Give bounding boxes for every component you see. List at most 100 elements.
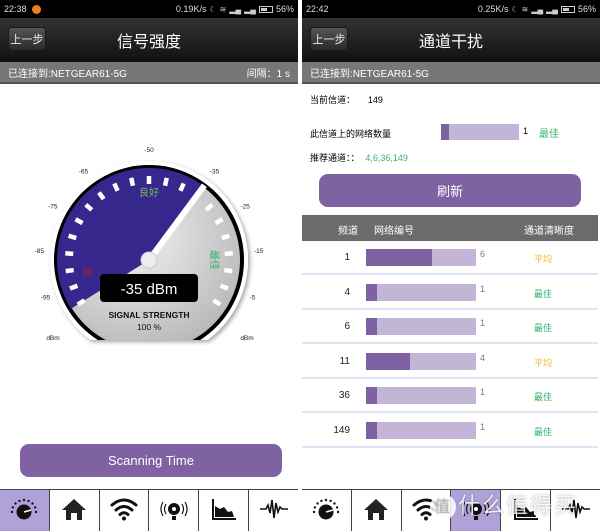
- network-count-bar: [366, 387, 476, 404]
- channel-clarity: 平均: [534, 358, 553, 369]
- gauge-icon: [311, 497, 341, 525]
- back-button[interactable]: 上一步: [310, 27, 348, 51]
- channel-interference-screen: 22:42 0.25K/s ☾ ≋ ▂▄ ▂▄ 56% 上一步 通道干扰 已连接…: [302, 0, 600, 531]
- header-clarity: 通道清晰度: [524, 226, 574, 237]
- tab-home[interactable]: [352, 490, 402, 531]
- signal-strength-caption: SIGNAL STRENGTH: [108, 310, 189, 320]
- scanning-time-button[interactable]: Scanning Time: [20, 444, 282, 477]
- gauge-tick-label: -25: [241, 204, 251, 211]
- wifi-status-icon: ≋: [521, 4, 529, 14]
- zone-good-label: 良好: [139, 186, 159, 199]
- network-count-value: 1: [523, 126, 529, 136]
- gauge-icon: [9, 497, 39, 525]
- signal-broadcast-icon: [461, 496, 491, 526]
- cell-signal-icon: ▂▄: [531, 4, 544, 14]
- channel-row: 1 6 平均: [302, 241, 598, 275]
- tab-signal-broadcast[interactable]: [149, 490, 200, 531]
- wifi-icon: [109, 497, 139, 525]
- gauge-tick-label: -5: [250, 294, 256, 301]
- network-count: 1: [480, 421, 486, 432]
- current-channel-row: 当前信道： 149: [310, 93, 383, 106]
- current-channel-value: 149: [367, 95, 383, 105]
- channel-clarity: 最佳: [534, 393, 553, 403]
- status-time: 22:38: [4, 4, 27, 14]
- tab-waveform[interactable]: [249, 490, 298, 531]
- readout-value: -35 dBm: [121, 281, 178, 298]
- channel-clarity: 最佳: [534, 289, 553, 300]
- cell-signal-icon-2: ▂▄: [244, 4, 256, 14]
- tab-gauge[interactable]: [0, 490, 50, 531]
- channel-row: 4 1 最佳: [302, 276, 598, 310]
- moon-icon: ☾: [511, 4, 519, 14]
- waveform-icon: [259, 497, 289, 525]
- channel-number: 11: [339, 355, 350, 367]
- tab-home[interactable]: [50, 490, 100, 531]
- channel-number: 36: [338, 390, 350, 401]
- gauge-tick-label: -50: [144, 147, 154, 154]
- network-count: 1: [480, 283, 486, 294]
- title-bar: 上一步 信号强度: [0, 18, 298, 62]
- gauge-needle-hub: [140, 251, 158, 269]
- tab-area-chart[interactable]: [501, 490, 552, 531]
- gauge-tick: [65, 251, 74, 257]
- gauge-unit-right: dBm: [240, 335, 253, 342]
- tab-wifi[interactable]: [402, 490, 452, 531]
- wifi-icon: [411, 497, 441, 525]
- channel-row: 11 4 平均: [302, 345, 598, 379]
- network-count-bar: [441, 124, 519, 140]
- channel-number: 6: [344, 321, 350, 332]
- moon-icon: ☾: [209, 4, 217, 14]
- status-time: 22:42: [306, 4, 329, 14]
- refresh-button[interactable]: 刷新: [319, 174, 581, 207]
- waveform-icon: [561, 497, 591, 525]
- signal-gauge: -95 -85 -75 -65 -50 -35 -25 -15 -5 dBm dBm 良好弱 最佳 -35…: [0, 130, 298, 370]
- tab-wifi[interactable]: [100, 490, 150, 531]
- network-count-bar: [366, 421, 476, 439]
- network-speed: 0.25K/s: [477, 4, 509, 14]
- network-count-label: 此信道上的网络数量: [310, 130, 392, 140]
- status-bar: 22:38 0.19K/s ☾ ≋ ▂▄ ▂▄ 56%: [0, 0, 298, 18]
- gauge-unit-left: dBm: [46, 335, 59, 342]
- recommended-channels: 4,6,36,149: [365, 153, 408, 163]
- tab-waveform[interactable]: [551, 490, 600, 531]
- bottom-nav: [302, 489, 600, 531]
- wifi-status-icon: ≋: [219, 4, 227, 14]
- tab-signal-broadcast[interactable]: [451, 490, 502, 531]
- tab-gauge[interactable]: [302, 490, 352, 531]
- channel-row: 36 1 最佳: [302, 379, 598, 413]
- channel-clarity: 平均: [534, 255, 553, 265]
- network-count-bar-fill: [366, 249, 432, 266]
- gauge-svg: -95 -85 -75 -65 -50 -35 -25 -15 -5 dBm dBm 良好弱 最佳 -35…: [35, 147, 264, 342]
- gauge-tick-label: -95: [41, 294, 51, 301]
- back-button[interactable]: 上一步: [8, 27, 46, 51]
- connection-status: 已连接到:NETGEAR61-5G: [8, 68, 127, 80]
- network-count: 4: [480, 352, 486, 363]
- header-network-count: 网络编号: [374, 226, 414, 237]
- gauge-tick: [221, 233, 231, 241]
- recommended-row: 推荐通道：： 4,6,36,149: [310, 151, 408, 164]
- battery-icon: [258, 5, 273, 13]
- network-count-bar: [366, 249, 476, 266]
- network-count-bar-fill: [366, 283, 377, 301]
- gauge-tick: [162, 177, 169, 187]
- gauge-tick-label: -15: [254, 248, 264, 255]
- gauge-tick: [67, 233, 77, 241]
- gauge-tick-label: -75: [48, 204, 58, 211]
- area-chart-icon: [210, 497, 238, 525]
- status-bar: 22:42 0.25K/s ☾ ≋ ▂▄ ▂▄ 56%: [302, 0, 600, 18]
- channel-row: 149 1 最佳: [302, 414, 598, 448]
- gauge-tick: [224, 267, 233, 274]
- gauge-tick: [178, 182, 186, 192]
- scan-interval: 间隔：1 s: [246, 68, 290, 80]
- network-count-bar-fill: [441, 124, 449, 140]
- signal-strength-screen: 22:38 0.19K/s ☾ ≋ ▂▄ ▂▄ 56% 上一步 信号强度 已连接…: [0, 0, 298, 531]
- zone-best-label: 最佳: [208, 250, 221, 270]
- tab-area-chart[interactable]: [199, 490, 250, 531]
- gauge-tick: [112, 182, 120, 192]
- network-count-bar: [366, 352, 476, 370]
- gauge-tick: [69, 283, 79, 291]
- gauge-tick: [224, 251, 233, 257]
- home-icon: [362, 497, 390, 525]
- current-channel-label: 当前信道：: [310, 96, 356, 106]
- network-count-bar-fill: [366, 421, 377, 439]
